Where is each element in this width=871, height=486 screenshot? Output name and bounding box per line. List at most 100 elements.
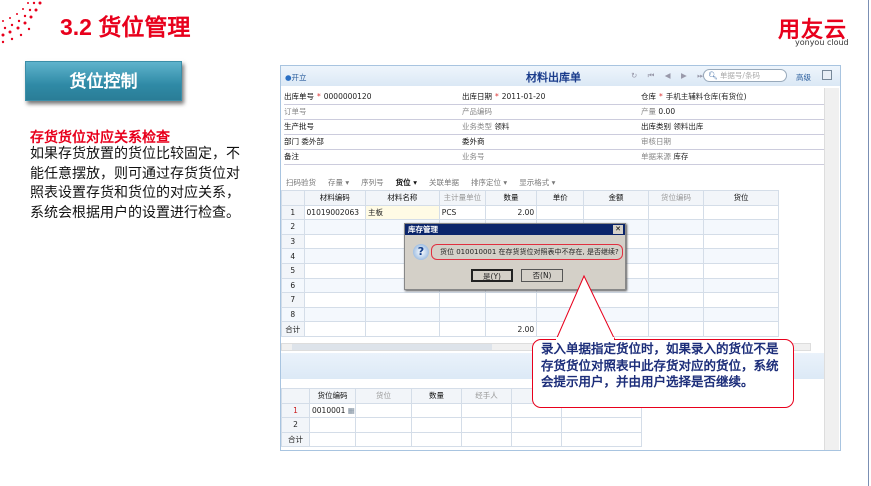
grid-cell[interactable] xyxy=(647,277,705,294)
form-field[interactable]: 产量 0.00 xyxy=(641,106,826,120)
grid-cell[interactable] xyxy=(647,306,705,323)
grid-cell[interactable] xyxy=(511,417,562,433)
form-field[interactable]: 委外商 xyxy=(462,136,642,150)
field-value: 0000000120 xyxy=(323,92,372,101)
material-code-cell[interactable] xyxy=(303,277,367,294)
grid-cell[interactable] xyxy=(411,402,462,419)
quantity-cell[interactable] xyxy=(484,292,538,308)
grid-cell[interactable] xyxy=(647,204,705,221)
grid-cell[interactable] xyxy=(561,417,642,433)
grid-cell[interactable] xyxy=(703,204,779,221)
form-field[interactable]: 出库单号 * 0000000120 xyxy=(284,91,464,105)
material-code-cell[interactable] xyxy=(303,219,367,235)
table-row[interactable]: 8 xyxy=(281,306,779,323)
column-header[interactable]: 货位 xyxy=(703,190,779,206)
column-header[interactable]: 单价 xyxy=(536,190,585,206)
quantity-cell[interactable]: 2.00 xyxy=(484,204,538,221)
search-input[interactable]: 🔍︎ 单据号/条码 xyxy=(703,69,787,82)
grid-toolbar-item[interactable]: 显示格式 ▾ xyxy=(519,178,555,187)
vertical-scrollbar[interactable] xyxy=(824,88,839,450)
grid-cell[interactable] xyxy=(583,204,649,221)
advanced-link[interactable]: 高级 xyxy=(796,72,811,83)
unit-cell[interactable] xyxy=(438,306,486,323)
record-navigation[interactable]: ↻ ⏮ ◀ ▶ ⏭ xyxy=(631,71,708,81)
location-code-cell[interactable]: 0010001 ▦ xyxy=(309,402,356,419)
calendar-icon[interactable]: ▦ xyxy=(348,406,355,415)
form-field[interactable]: 生产批号 xyxy=(284,121,464,135)
close-icon[interactable]: ✕ xyxy=(613,225,623,234)
row-number: 2 xyxy=(281,417,310,433)
material-code-cell[interactable]: 01019002063 xyxy=(303,204,367,221)
form-field[interactable]: 单据来源 库存 xyxy=(641,151,826,165)
unit-cell[interactable]: PCS xyxy=(438,204,486,221)
material-code-cell[interactable] xyxy=(303,233,367,250)
form-field[interactable]: 部门 委外部 xyxy=(284,136,464,150)
grid-cell[interactable] xyxy=(647,233,705,250)
quantity-cell[interactable] xyxy=(484,306,538,323)
slide-title: 3.2 货位管理 xyxy=(60,14,191,40)
material-name-cell[interactable] xyxy=(365,292,440,308)
grid-cell[interactable] xyxy=(703,262,779,279)
row-number: 1 xyxy=(281,204,305,221)
table-row[interactable]: 2 xyxy=(281,417,642,433)
column-header[interactable]: 货位编码 xyxy=(309,388,356,404)
location-code-cell[interactable] xyxy=(309,417,356,433)
column-header[interactable]: 主计量单位 xyxy=(438,190,486,206)
section-body: 如果存货放置的货位比较固定，不能任意摆放，则可通过存货货位对照表设置存货和货位的… xyxy=(30,146,240,221)
form-field[interactable]: 订单号 xyxy=(284,106,464,120)
grid-cell[interactable] xyxy=(461,402,512,419)
layout-icon[interactable] xyxy=(822,70,832,80)
grid-cell[interactable] xyxy=(355,417,412,433)
grid-toolbar-item[interactable]: 关联单据 xyxy=(429,178,459,187)
yes-button[interactable]: 是(Y) xyxy=(471,269,513,282)
material-code-cell[interactable] xyxy=(303,292,367,308)
grid-cell[interactable] xyxy=(536,204,585,221)
grid-toolbar-item[interactable]: 扫码验货 xyxy=(286,178,316,187)
column-header[interactable]: 货位编码 xyxy=(647,190,705,206)
form-field[interactable]: 业务号 xyxy=(462,151,642,165)
unit-cell[interactable] xyxy=(438,292,486,308)
column-header[interactable]: 数量 xyxy=(484,190,538,206)
form-field[interactable]: 出库日期 * 2011-01-20 xyxy=(462,91,642,105)
column-header[interactable]: 材料名称 xyxy=(365,190,440,206)
grid-toolbar-item[interactable]: 序列号 xyxy=(361,178,384,187)
form-field[interactable]: 备注 xyxy=(284,151,464,165)
column-header[interactable]: 金额 xyxy=(583,190,649,206)
grid-cell[interactable] xyxy=(355,402,412,419)
material-name-cell[interactable] xyxy=(365,306,440,323)
grid-toolbar-item[interactable]: 排序定位 ▾ xyxy=(471,178,507,187)
column-header[interactable]: 材料编码 xyxy=(303,190,367,206)
form-field[interactable]: 审核日期 xyxy=(641,136,826,150)
material-code-cell[interactable] xyxy=(303,262,367,279)
grid-toolbar-item[interactable]: 货位 ▾ xyxy=(396,178,417,187)
grid-cell[interactable] xyxy=(703,219,779,235)
grid-cell[interactable] xyxy=(411,417,462,433)
form-field[interactable]: 出库类别 领料出库 xyxy=(641,121,826,135)
material-code-cell[interactable] xyxy=(303,306,367,323)
material-code-cell[interactable] xyxy=(303,248,367,264)
grid-cell[interactable] xyxy=(647,248,705,264)
form-field[interactable]: 仓库 * 手机主辅料仓库(有货位) xyxy=(641,91,826,105)
grid-cell[interactable] xyxy=(703,277,779,294)
form-field[interactable]: 产品编码 xyxy=(462,106,642,120)
grid-cell[interactable] xyxy=(703,248,779,264)
search-icon: 🔍︎ xyxy=(708,71,718,80)
grid-cell[interactable] xyxy=(703,306,779,323)
total-row: 合计 2.00 xyxy=(281,321,779,337)
grid-cell[interactable] xyxy=(647,262,705,279)
grid-toolbar-item[interactable]: 存量 ▾ xyxy=(328,178,349,187)
form-field[interactable]: 业务类型 领料 xyxy=(462,121,642,135)
grid-cell[interactable] xyxy=(647,292,705,308)
table-row[interactable]: 1 01019002063 主板 PCS 2.00 xyxy=(281,204,779,221)
grid-cell[interactable] xyxy=(703,233,779,250)
material-name-cell[interactable]: 主板 xyxy=(365,204,440,221)
field-label: 业务号 xyxy=(462,152,485,161)
grid-cell[interactable] xyxy=(647,219,705,235)
column-header[interactable]: 货位 xyxy=(355,388,412,404)
grid-cell[interactable] xyxy=(461,417,512,433)
column-header[interactable]: 经手人 xyxy=(461,388,512,404)
grid-cell[interactable] xyxy=(703,292,779,308)
column-header[interactable]: 数量 xyxy=(411,388,462,404)
question-icon: ? xyxy=(413,244,429,260)
table-row[interactable]: 7 xyxy=(281,292,779,308)
